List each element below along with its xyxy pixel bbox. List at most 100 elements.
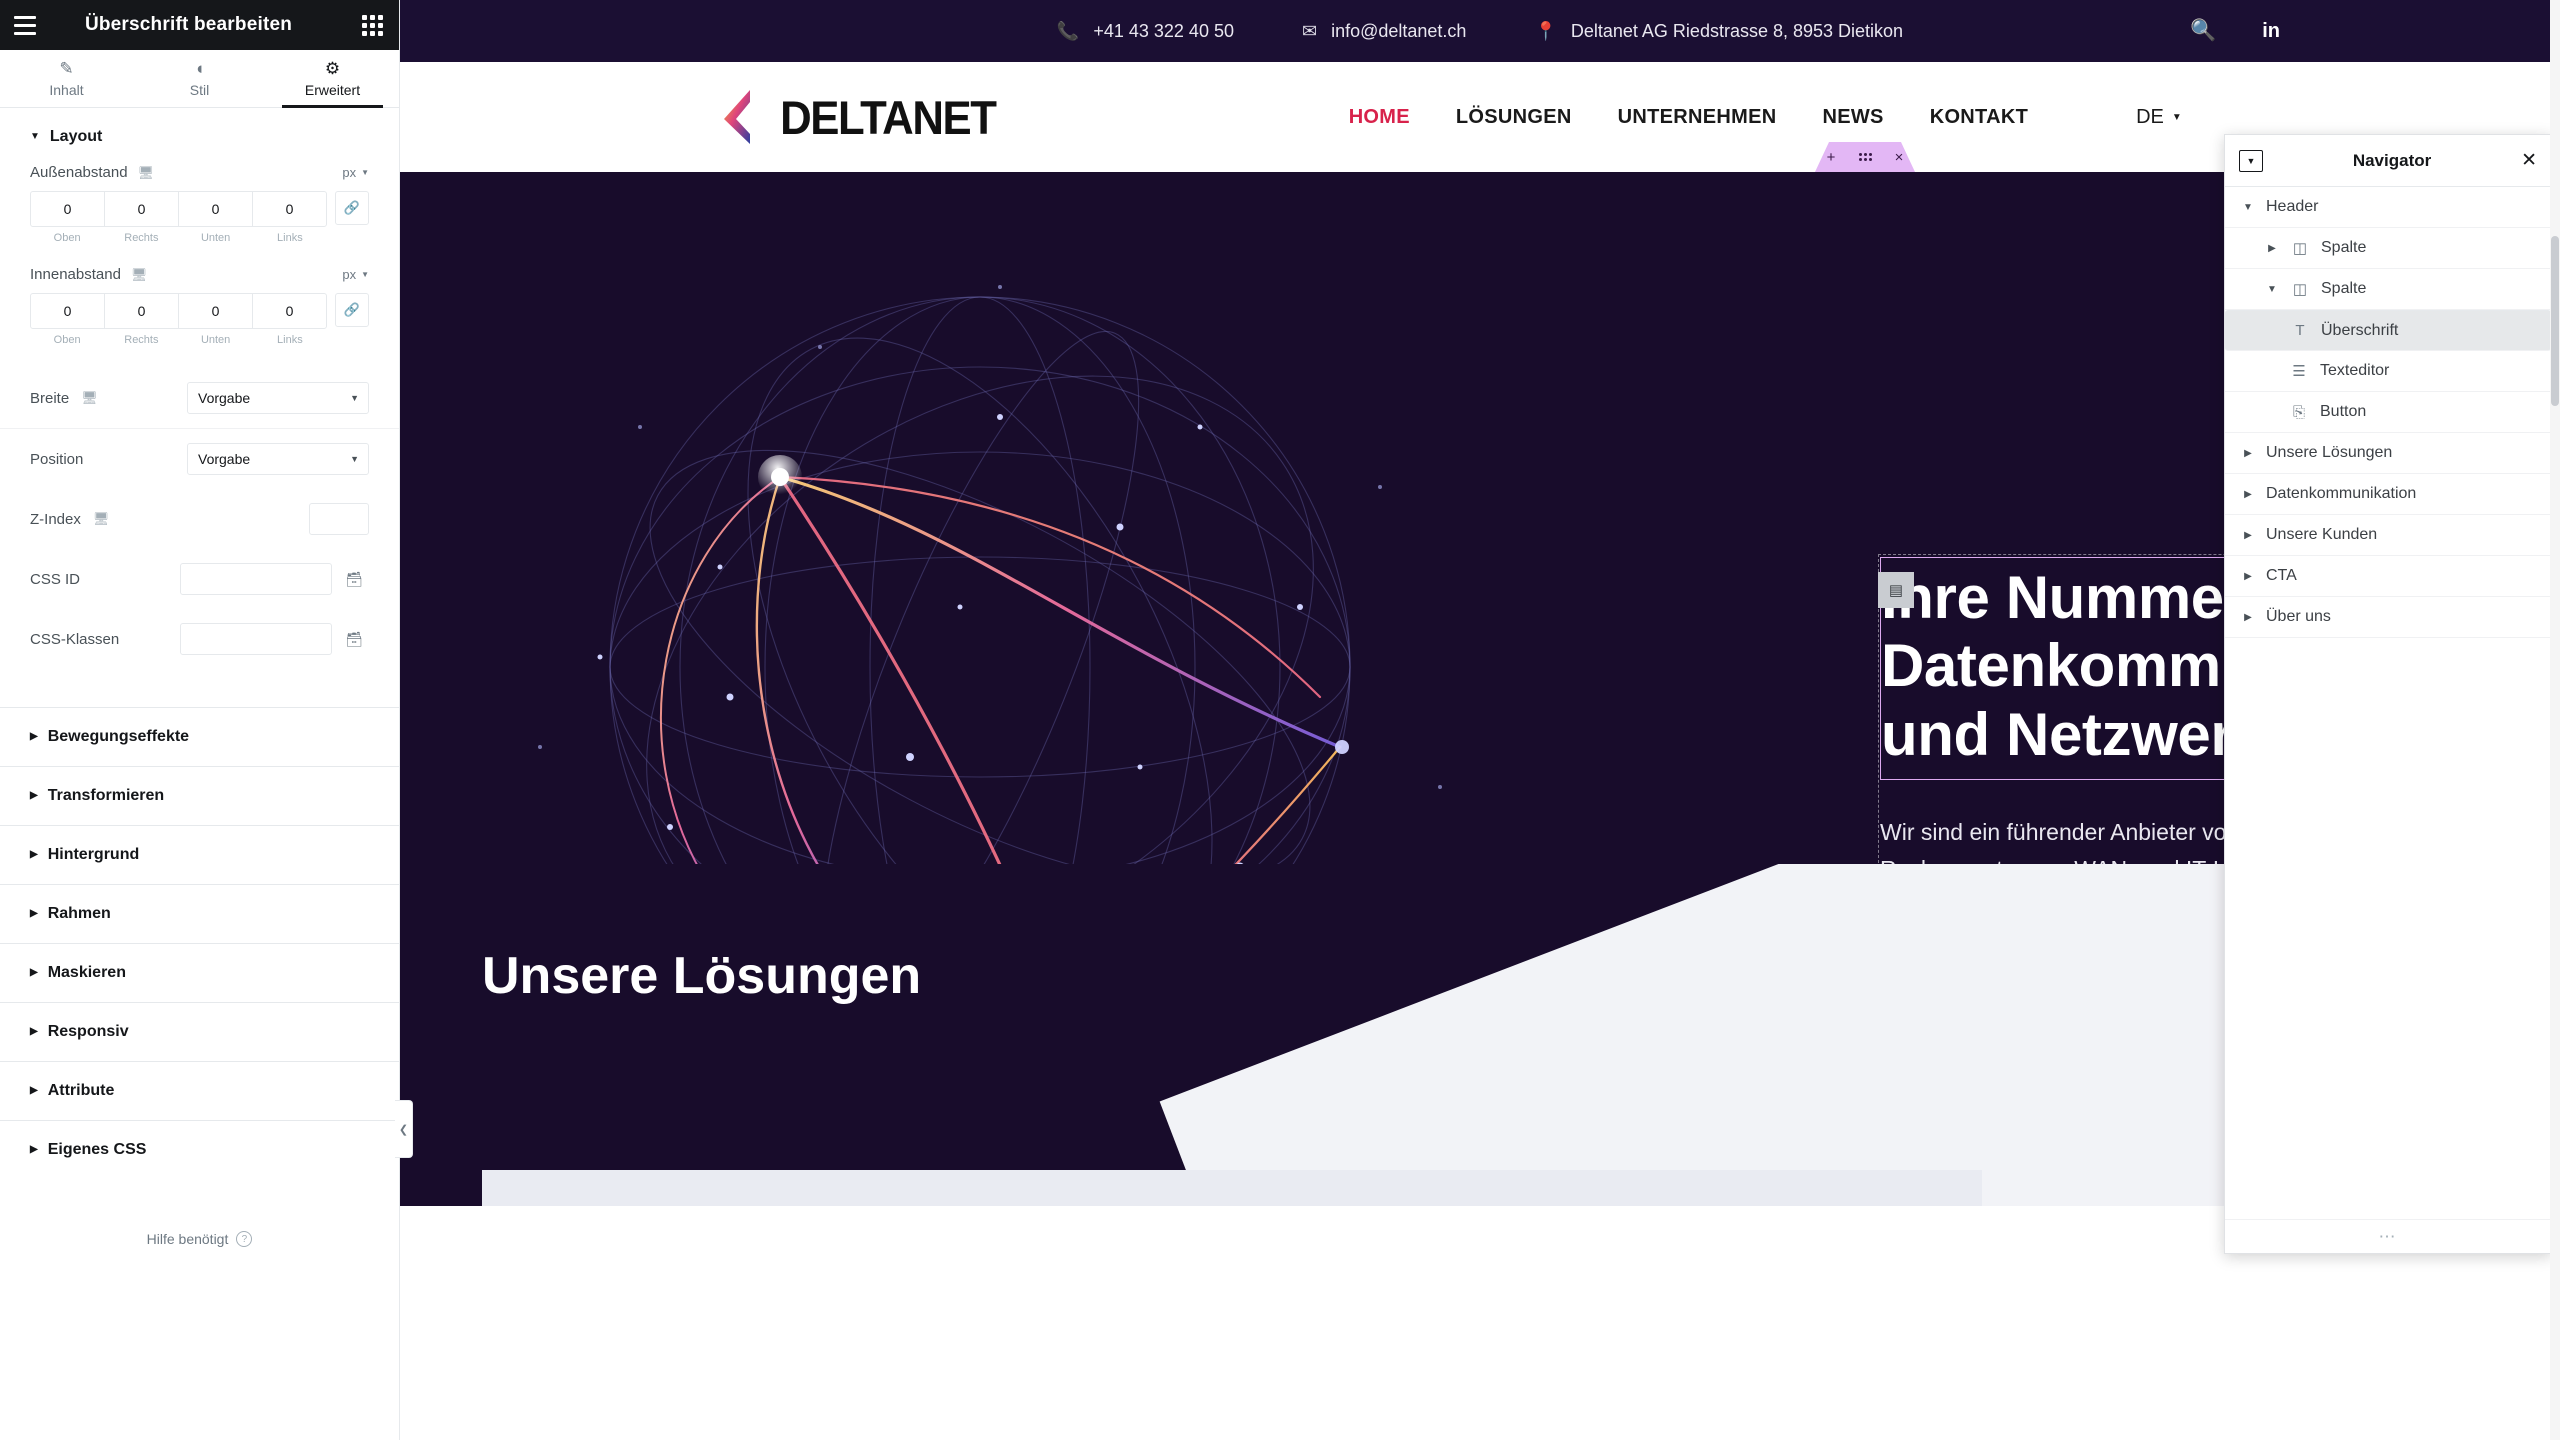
margin-bottom-input[interactable]	[179, 192, 252, 226]
nav-item-home[interactable]: HOME	[1349, 106, 1410, 129]
padding-top-input[interactable]	[31, 294, 104, 328]
chevron-right-icon	[30, 850, 38, 860]
solutions-card-strip	[482, 1170, 1982, 1206]
button-icon: ⎘	[2292, 403, 2305, 421]
linkedin-icon[interactable]: in	[2262, 20, 2280, 43]
position-select[interactable]: Vorgabe	[187, 443, 369, 475]
section-rahmen-label: Rahmen	[47, 905, 111, 922]
navigator-item-spalte-2-label: Spalte	[2321, 280, 2367, 297]
section-responsiv-label: Responsiv	[47, 1023, 129, 1040]
margin-top-input[interactable]	[31, 192, 104, 226]
navigator-item-ueber-uns[interactable]: ▶ Über uns	[2225, 597, 2551, 638]
section-layout-header[interactable]: Layout	[0, 108, 399, 164]
section-transformieren[interactable]: Transformieren	[0, 766, 399, 825]
scrollbar-thumb[interactable]	[2551, 236, 2559, 406]
navigator-item-header[interactable]: ▼ Header	[2225, 187, 2551, 228]
section-eigenes-css[interactable]: Eigenes CSS	[0, 1120, 399, 1179]
close-section-button[interactable]: ×	[1895, 149, 1904, 166]
chevron-right-icon[interactable]: ▶	[2241, 489, 2255, 500]
nav-item-unternehmen[interactable]: UNTERNEHMEN	[1618, 106, 1777, 129]
padding-unit-selector[interactable]: px ▼	[342, 267, 369, 282]
chevron-right-icon[interactable]: ▶	[2265, 243, 2279, 254]
chevron-right-icon[interactable]: ▶	[2241, 530, 2255, 541]
chevron-right-icon[interactable]: ▶	[2241, 448, 2255, 459]
column-handle-icon[interactable]: ▤	[1878, 572, 1914, 608]
help-link[interactable]: Hilfe benötigt ?	[0, 1231, 399, 1247]
section-attribute-label: Attribute	[47, 1082, 115, 1099]
grid-icon[interactable]	[345, 0, 399, 50]
page-scrollbar[interactable]	[2550, 0, 2560, 1440]
navigator-item-button[interactable]: ⎘ Button	[2225, 392, 2551, 433]
chevron-right-icon[interactable]: ▶	[2241, 571, 2255, 582]
section-attribute[interactable]: Attribute	[0, 1061, 399, 1120]
tab-stil[interactable]: ◖ Stil	[133, 50, 266, 107]
margin-left-input[interactable]	[253, 192, 326, 226]
navigator-item-unsere-kunden[interactable]: ▶ Unsere Kunden	[2225, 515, 2551, 556]
dock-icon[interactable]: ▼	[2239, 149, 2263, 172]
elementor-editor-screen: Überschrift bearbeiten ✎ Inhalt ◖ Stil ⚙…	[0, 0, 2560, 1440]
css-id-input[interactable]	[180, 563, 332, 595]
tab-inhalt-label: Inhalt	[49, 81, 84, 98]
nav-item-kontakt[interactable]: KONTAKT	[1930, 106, 2028, 129]
topbar-email[interactable]: ✉ info@deltanet.ch	[1302, 21, 1466, 42]
language-selector[interactable]: DE ▼	[2136, 106, 2182, 129]
search-icon[interactable]: 🔍	[2190, 19, 2216, 43]
padding-link-values-toggle[interactable]: 🔗	[335, 293, 369, 327]
envelope-icon: ✉	[1301, 20, 1318, 41]
navigator-item-spalte-2[interactable]: ▼ ◫ Spalte	[2225, 269, 2551, 310]
site-logo[interactable]: DELTANET	[720, 89, 1004, 145]
navigator-item-texteditor[interactable]: ☰ Texteditor	[2225, 351, 2551, 392]
padding-right-sublabel: Rechts	[124, 334, 159, 346]
css-classes-dynamic-tags-button[interactable]: 🗃	[339, 624, 369, 654]
chevron-down-icon[interactable]: ▼	[2241, 202, 2255, 213]
navigator-item-ueberschrift[interactable]: T Überschrift	[2225, 310, 2551, 351]
elementor-panel: Überschrift bearbeiten ✎ Inhalt ◖ Stil ⚙…	[0, 0, 413, 1440]
desktop-icon[interactable]: 🖥	[131, 267, 148, 283]
navigator-item-texteditor-label: Texteditor	[2320, 362, 2390, 379]
topbar-phone[interactable]: 📞 +41 43 322 40 50	[1057, 21, 1234, 42]
margin-right-input[interactable]	[105, 192, 178, 226]
navigator-item-header-label: Header	[2266, 198, 2319, 215]
margin-unit-selector[interactable]: px ▼	[342, 165, 369, 180]
panel-collapse-button[interactable]: ❮	[395, 1100, 413, 1158]
close-icon[interactable]: ✕	[2521, 151, 2537, 170]
navigator-item-unsere-loesungen-label: Unsere Lösungen	[2266, 444, 2393, 461]
control-width: Breite 🖥 Vorgabe ▼	[0, 368, 399, 428]
navigator-item-datenkommunikation[interactable]: ▶ Datenkommunikation	[2225, 474, 2551, 515]
chevron-right-icon[interactable]: ▶	[2241, 612, 2255, 623]
padding-bottom-input[interactable]	[179, 294, 252, 328]
padding-left-input[interactable]	[253, 294, 326, 328]
section-maskieren[interactable]: Maskieren	[0, 943, 399, 1002]
margin-link-values-toggle[interactable]: 🔗	[335, 191, 369, 225]
navigator-item-cta[interactable]: ▶ CTA	[2225, 556, 2551, 597]
panel-body: Layout Außenabstand 🖥 px ▼	[0, 108, 399, 1440]
drag-dots-icon[interactable]	[1858, 153, 1872, 161]
section-rahmen[interactable]: Rahmen	[0, 884, 399, 943]
chevron-down-icon[interactable]: ▼	[2265, 284, 2279, 295]
phone-icon: 📞	[1056, 20, 1080, 41]
desktop-icon[interactable]: 🖥	[81, 390, 98, 406]
section-bewegungseffekte[interactable]: Bewegungseffekte	[0, 707, 399, 766]
padding-right-input[interactable]	[105, 294, 178, 328]
chevron-right-icon	[30, 909, 38, 919]
nav-item-news[interactable]: NEWS	[1823, 106, 1884, 129]
chevron-down-icon	[30, 132, 40, 142]
desktop-icon[interactable]: 🖥	[138, 165, 155, 181]
css-id-dynamic-tags-button[interactable]: 🗃	[339, 564, 369, 594]
css-classes-input[interactable]	[180, 623, 332, 655]
navigator-item-spalte-1[interactable]: ▶ ◫ Spalte	[2225, 228, 2551, 269]
tab-inhalt[interactable]: ✎ Inhalt	[0, 50, 133, 107]
width-select[interactable]: Vorgabe	[187, 382, 369, 414]
navigator-resize-handle[interactable]: ⋯	[2225, 1219, 2551, 1253]
nav-item-loesungen[interactable]: LÖSUNGEN	[1456, 106, 1572, 129]
panel-header: Überschrift bearbeiten	[0, 0, 399, 50]
desktop-icon[interactable]: 🖥	[93, 511, 110, 527]
navigator-item-unsere-loesungen[interactable]: ▶ Unsere Lösungen	[2225, 433, 2551, 474]
add-section-button[interactable]: +	[1827, 149, 1836, 166]
tab-erweitert[interactable]: ⚙ Erweitert	[266, 50, 399, 108]
chevron-right-icon	[30, 732, 38, 742]
section-hintergrund[interactable]: Hintergrund	[0, 825, 399, 884]
z-index-input[interactable]	[309, 503, 369, 535]
question-mark-icon: ?	[236, 1231, 253, 1247]
section-responsiv[interactable]: Responsiv	[0, 1002, 399, 1061]
